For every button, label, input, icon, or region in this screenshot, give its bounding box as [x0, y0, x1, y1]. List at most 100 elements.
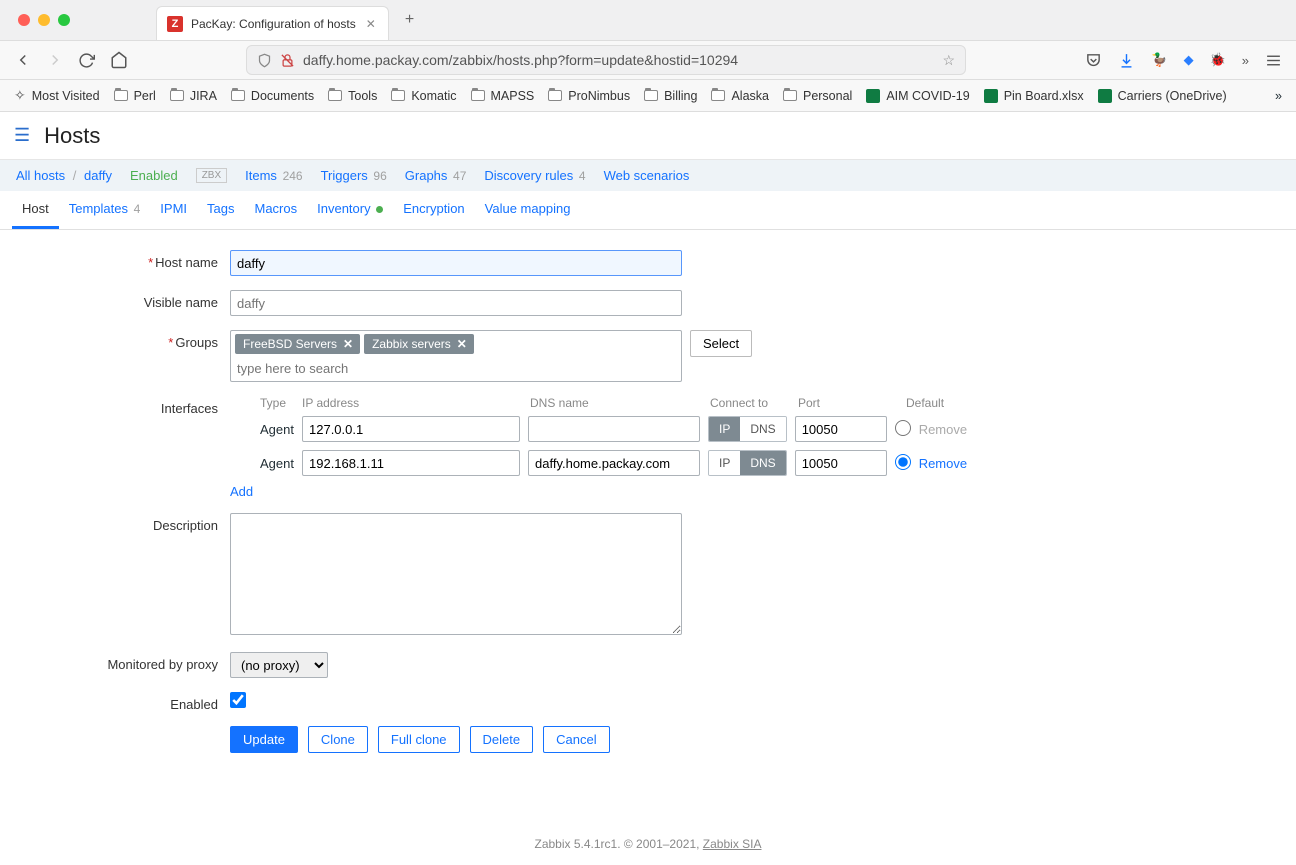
iface-port-input[interactable]: [795, 450, 887, 476]
lock-strike-icon[interactable]: [280, 53, 295, 68]
connect-to-toggle: IP DNS: [708, 450, 787, 476]
browser-tab[interactable]: Z PacKay: Configuration of hosts ✕: [156, 6, 389, 40]
tab-macros[interactable]: Macros: [245, 191, 308, 229]
close-tab-icon[interactable]: ✕: [364, 17, 378, 31]
pocket-icon[interactable]: [1085, 52, 1102, 69]
bookmark-alaska[interactable]: Alaska: [711, 89, 769, 103]
tab-value-mapping[interactable]: Value mapping: [475, 191, 581, 229]
link-triggers[interactable]: Triggers: [321, 168, 368, 183]
remove-chip-icon[interactable]: ✕: [457, 337, 467, 351]
window-minimize-button[interactable]: [38, 14, 50, 26]
default-radio[interactable]: [895, 454, 911, 470]
app-menu-icon[interactable]: [1265, 52, 1282, 69]
iface-dns-input[interactable]: [528, 416, 700, 442]
tab-ipmi[interactable]: IPMI: [150, 191, 197, 229]
tab-inventory[interactable]: Inventory: [307, 191, 393, 229]
bookmark-star-icon[interactable]: ☆: [942, 52, 955, 69]
connect-dns-option[interactable]: DNS: [740, 417, 785, 441]
groups-multiselect[interactable]: FreeBSD Servers✕ Zabbix servers✕: [230, 330, 682, 382]
delete-button[interactable]: Delete: [470, 726, 534, 753]
tab-encryption[interactable]: Encryption: [393, 191, 474, 229]
full-clone-button[interactable]: Full clone: [378, 726, 460, 753]
bookmark-most-visited[interactable]: ✧Most Visited: [14, 87, 100, 104]
bookmark-pronimbus[interactable]: ProNimbus: [548, 89, 630, 103]
download-icon[interactable]: [1118, 52, 1135, 69]
connect-ip-option[interactable]: IP: [709, 417, 740, 441]
remove-interface-link[interactable]: Remove: [919, 456, 967, 471]
bookmarks-toolbar: ✧Most Visited Perl JIRA Documents Tools …: [0, 80, 1296, 112]
inventory-dot-icon: [376, 206, 383, 213]
ext-icon-2[interactable]: ◆: [1184, 52, 1194, 68]
enabled-checkbox[interactable]: [230, 692, 246, 708]
bookmark-komatic[interactable]: Komatic: [391, 89, 456, 103]
excel-icon: [984, 89, 998, 103]
bookmark-pinboard[interactable]: Pin Board.xlsx: [984, 89, 1084, 103]
proxy-select[interactable]: (no proxy): [230, 652, 328, 678]
connect-dns-option[interactable]: DNS: [740, 451, 785, 475]
bookmark-jira[interactable]: JIRA: [170, 89, 217, 103]
connect-ip-option[interactable]: IP: [709, 451, 740, 475]
window-close-button[interactable]: [18, 14, 30, 26]
link-web-scenarios[interactable]: Web scenarios: [604, 168, 690, 183]
visiblename-input[interactable]: [230, 290, 682, 316]
default-radio[interactable]: [895, 420, 911, 436]
iface-dns-input[interactable]: [528, 450, 700, 476]
bookmark-documents[interactable]: Documents: [231, 89, 314, 103]
remove-chip-icon[interactable]: ✕: [343, 337, 353, 351]
cancel-button[interactable]: Cancel: [543, 726, 609, 753]
ext-icon-1[interactable]: 🦆: [1151, 52, 1167, 68]
interfaces-header: Type IP address DNS name Connect to Port…: [260, 396, 975, 416]
folder-icon: [471, 90, 485, 101]
menu-toggle-icon[interactable]: ☰: [14, 125, 30, 146]
hostname-input[interactable]: [230, 250, 682, 276]
breadcrumb-host: daffy: [84, 168, 112, 183]
bookmark-carriers[interactable]: Carriers (OneDrive): [1098, 89, 1227, 103]
bookmark-aim[interactable]: AIM COVID-19: [866, 89, 969, 103]
tab-tags[interactable]: Tags: [197, 191, 244, 229]
interface-row: Agent IP DNS Remove: [260, 450, 975, 476]
browser-chrome: Z PacKay: Configuration of hosts ✕ + daf…: [0, 0, 1296, 112]
connect-to-toggle: IP DNS: [708, 416, 787, 442]
breadcrumb-all-hosts[interactable]: All hosts: [16, 168, 65, 183]
folder-icon: [231, 90, 245, 101]
bookmark-perl[interactable]: Perl: [114, 89, 156, 103]
clone-button[interactable]: Clone: [308, 726, 368, 753]
tab-templates[interactable]: Templates 4: [59, 191, 151, 229]
folder-icon: [644, 90, 658, 101]
overflow-chevrons-icon[interactable]: »: [1242, 53, 1249, 68]
ext-icon-3[interactable]: 🐞: [1210, 52, 1226, 68]
group-chip: FreeBSD Servers✕: [235, 334, 360, 354]
groups-select-button[interactable]: Select: [690, 330, 752, 357]
groups-search-input[interactable]: [235, 358, 677, 379]
page-title: Hosts: [44, 123, 100, 149]
folder-icon: [391, 90, 405, 101]
footer-link[interactable]: Zabbix SIA: [703, 837, 762, 851]
bookmark-billing[interactable]: Billing: [644, 89, 697, 103]
folder-icon: [711, 90, 725, 101]
back-icon[interactable]: [14, 51, 32, 69]
bookmark-mapss[interactable]: MAPSS: [471, 89, 535, 103]
zabbix-favicon-icon: Z: [167, 16, 183, 32]
add-interface-link[interactable]: Add: [230, 484, 253, 499]
home-icon[interactable]: [110, 51, 128, 69]
new-tab-button[interactable]: +: [397, 11, 422, 29]
update-button[interactable]: Update: [230, 726, 298, 753]
description-textarea[interactable]: [230, 513, 682, 635]
forward-icon: [46, 51, 64, 69]
iface-port-input[interactable]: [795, 416, 887, 442]
bookmark-personal[interactable]: Personal: [783, 89, 852, 103]
iface-ip-input[interactable]: [302, 416, 520, 442]
link-items[interactable]: Items: [245, 168, 277, 183]
link-graphs[interactable]: Graphs: [405, 168, 448, 183]
link-discovery[interactable]: Discovery rules: [484, 168, 573, 183]
iface-ip-input[interactable]: [302, 450, 520, 476]
bookmarks-overflow-icon[interactable]: »: [1275, 89, 1282, 103]
shield-icon[interactable]: [257, 53, 272, 68]
reload-icon[interactable]: [78, 52, 96, 69]
browser-nav-row: daffy.home.packay.com/zabbix/hosts.php?f…: [0, 40, 1296, 80]
bookmark-tools[interactable]: Tools: [328, 89, 377, 103]
tab-host[interactable]: Host: [12, 191, 59, 229]
window-zoom-button[interactable]: [58, 14, 70, 26]
folder-icon: [548, 90, 562, 101]
url-bar[interactable]: daffy.home.packay.com/zabbix/hosts.php?f…: [246, 45, 966, 75]
